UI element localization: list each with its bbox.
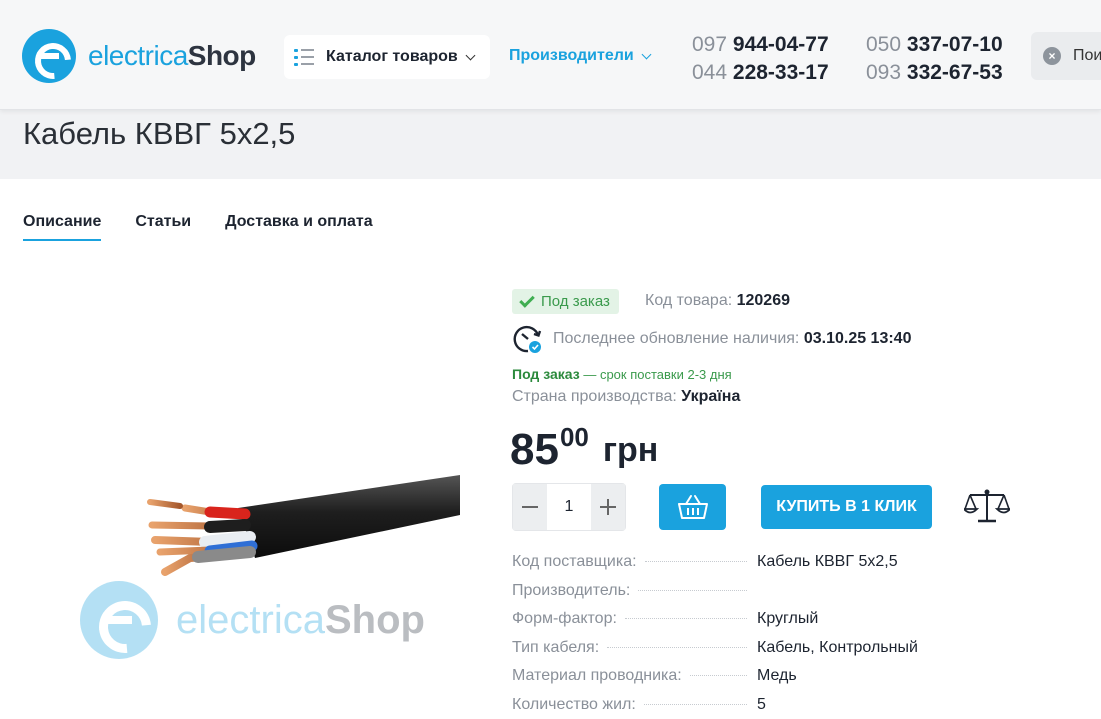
watermark-text: electricaShop [176,597,425,642]
manufacturers-label: Производители [509,47,634,64]
watermark-logo: electricaShop [80,581,425,659]
spec-row: Количество жил: 5 [512,695,766,713]
tab-description[interactable]: Описание [23,213,102,241]
search-field[interactable]: × Пои [1031,32,1101,80]
catalog-button[interactable]: Каталог товаров [284,35,490,79]
refresh-clock-icon [513,325,542,353]
stock-update-info: Последнее обновление наличия: 03.10.25 1… [512,323,911,355]
check-icon [519,291,535,308]
chevron-down-icon [465,50,476,60]
product-price: 85 00 грн [510,422,659,474]
add-to-cart-button[interactable] [659,484,726,530]
manufacturers-menu[interactable]: Производители [509,47,652,65]
spec-row: Материал проводника: Медь [512,667,797,684]
increase-button[interactable] [591,484,625,530]
product-code: Код товара: 120269 [645,292,790,309]
status-badge: Под заказ [512,289,619,314]
phone-list: 050 337-07-10 093 332-67-53 [866,31,1003,87]
phone-number[interactable]: 044 228-33-17 [692,59,829,87]
watermark-icon [80,581,158,659]
site-logo[interactable]: electricaShop [22,29,256,83]
spec-row: Форм-фактор: Круглый [512,610,819,627]
spec-row: Код поставщика: Кабель КВВГ 5х2,5 [512,553,898,570]
search-placeholder: Пои [1073,47,1101,64]
buy-one-click-button[interactable]: КУПИТЬ В 1 КЛИК [761,485,932,529]
page-title: Кабель КВВГ 5х2,5 [23,116,296,151]
catalog-label: Каталог товаров [326,48,458,65]
chevron-down-icon [641,49,652,59]
logo-text: electricaShop [88,40,256,71]
title-band: Кабель КВВГ 5х2,5 [0,110,1101,179]
tab-delivery[interactable]: Доставка и оплата [225,213,373,241]
phone-list: 097 944-04-77 044 228-33-17 [692,31,829,87]
quantity-input[interactable] [547,484,591,530]
product-tabs: Описание Статьи Доставка и оплата [23,213,373,241]
spec-list: Код поставщика: Кабель КВВГ 5х2,5 Произв… [512,553,952,719]
phone-number[interactable]: 050 337-07-10 [866,31,1003,59]
decrease-button[interactable] [513,484,547,530]
clear-icon[interactable]: × [1043,47,1061,65]
basket-icon [677,495,708,519]
phone-number[interactable]: 093 332-67-53 [866,59,1003,87]
spec-row: Тип кабеля: Кабель, Контрольный [512,638,918,656]
tab-articles[interactable]: Статьи [135,213,191,241]
spec-row: Производитель: [512,582,952,611]
list-icon [294,48,314,66]
country-info: Страна производства: Україна [512,388,741,405]
logo-icon [22,29,76,83]
minus-icon [522,506,538,508]
delivery-info: Под заказ — срок поставки 2-3 дня [512,366,732,382]
compare-scales-icon[interactable] [964,486,1010,526]
quantity-stepper [512,483,626,531]
site-header: electricaShop Каталог товаров Производит… [0,0,1101,110]
phone-number[interactable]: 097 944-04-77 [692,31,829,59]
